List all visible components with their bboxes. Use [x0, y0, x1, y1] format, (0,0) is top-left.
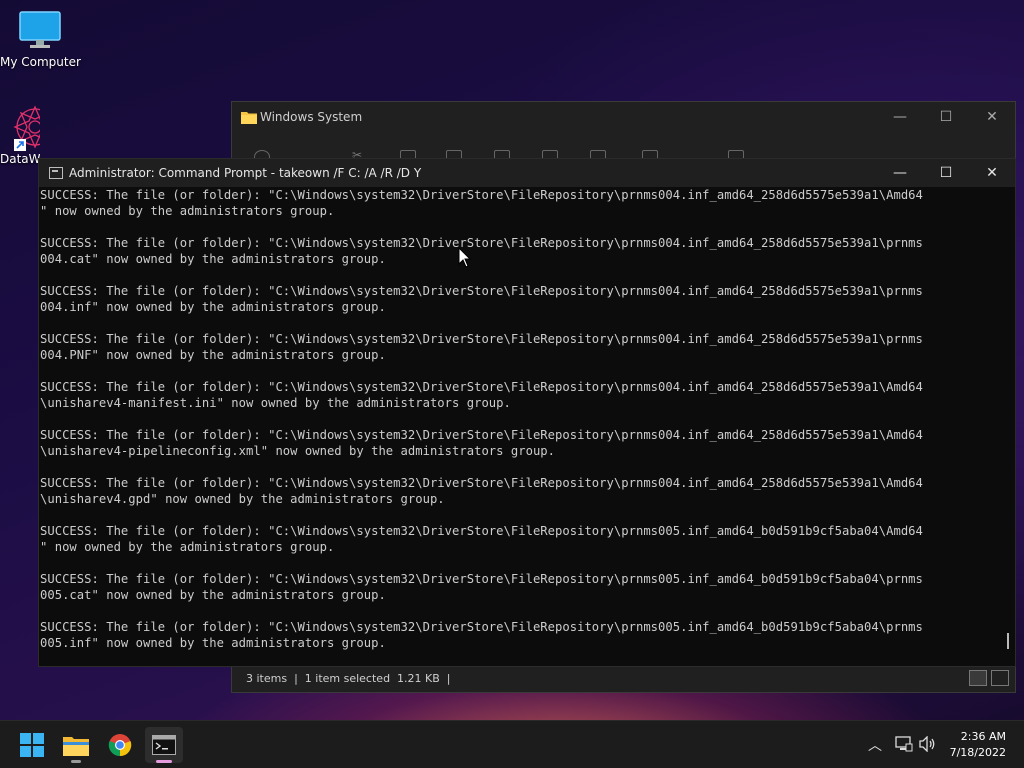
console-line: SUCCESS: The file (or folder): "C:\Windo… — [40, 476, 923, 490]
clock-time: 2:36 AM — [960, 730, 1006, 743]
console-output[interactable]: SUCCESS: The file (or folder): "C:\Windo… — [40, 187, 1000, 665]
explorer-minimize-button[interactable]: — — [877, 102, 923, 132]
console-line: SUCCESS: The file (or folder): "C:\Windo… — [40, 524, 923, 538]
tiles-view-icon[interactable] — [991, 670, 1009, 686]
volume-icon[interactable] — [919, 736, 937, 752]
explorer-maximize-button[interactable]: ☐ — [923, 102, 969, 132]
taskbar-file-explorer[interactable] — [57, 727, 95, 763]
chrome-icon — [108, 734, 132, 757]
console-line: SUCCESS: The file (or folder): "C:\Windo… — [40, 572, 923, 586]
cmd-minimize-button[interactable]: — — [877, 159, 923, 187]
cmd-titlebar[interactable]: Administrator: Command Prompt - takeown … — [39, 159, 1015, 187]
explorer-titlebar[interactable]: Windows System — ☐ ✕ — [232, 102, 1015, 132]
start-button[interactable] — [13, 727, 51, 763]
console-scrollbar[interactable] — [1003, 187, 1011, 665]
explorer-status-bar: 3 items | 1 item selected 1.21 KB | — [232, 666, 1015, 692]
active-indicator — [156, 760, 172, 763]
running-indicator — [71, 760, 81, 763]
console-line: \unisharev4-manifest.ini" now owned by t… — [40, 396, 511, 410]
console-line: 004.inf" now owned by the administrators… — [40, 300, 386, 314]
cmd-close-button[interactable]: ✕ — [969, 159, 1015, 187]
cmd-maximize-button[interactable]: ☐ — [923, 159, 969, 187]
network-icon[interactable] — [895, 736, 913, 752]
desktop-icon-my-computer[interactable]: My Computer — [0, 10, 81, 69]
monitor-icon — [19, 11, 61, 48]
console-line: SUCCESS: The file (or folder): "C:\Windo… — [40, 620, 923, 634]
taskbar: ︿ 2:36 AM 7/18/2022 — [0, 720, 1024, 768]
details-view-icon[interactable] — [969, 670, 987, 686]
chevron-up-icon[interactable]: ︿ — [868, 735, 882, 755]
console-line: SUCCESS: The file (or folder): "C:\Windo… — [40, 380, 923, 394]
file-explorer-icon — [63, 737, 89, 756]
console-line: SUCCESS: The file (or folder): "C:\Windo… — [40, 284, 923, 298]
console-line: SUCCESS: The file (or folder): "C:\Windo… — [40, 188, 923, 202]
command-prompt-window[interactable]: Administrator: Command Prompt - takeown … — [38, 158, 1016, 667]
mandala-icon — [13, 105, 40, 151]
command-prompt-icon — [152, 735, 176, 755]
desktop-icon-label: My Computer — [0, 55, 81, 69]
explorer-title: Windows System — [260, 110, 363, 124]
console-line: SUCCESS: The file (or folder): "C:\Windo… — [40, 332, 923, 346]
console-line: SUCCESS: The file (or folder): "C:\Windo… — [40, 428, 923, 442]
clock-date: 7/18/2022 — [949, 746, 1006, 759]
desktop-icon-label: DataW — [0, 152, 40, 166]
system-clock[interactable]: 2:36 AM 7/18/2022 — [950, 729, 1006, 761]
console-line: SUCCESS: The file (or folder): "C:\Windo… — [40, 236, 923, 250]
explorer-close-button[interactable]: ✕ — [969, 102, 1015, 132]
cmd-title: Administrator: Command Prompt - takeown … — [69, 166, 422, 180]
console-line: 005.cat" now owned by the administrators… — [40, 588, 386, 602]
scrollbar-thumb[interactable] — [1007, 633, 1009, 649]
taskbar-command-prompt[interactable] — [145, 727, 183, 763]
mouse-pointer-icon — [458, 247, 472, 268]
command-prompt-icon — [49, 167, 63, 179]
console-line: " now owned by the administrators group. — [40, 540, 335, 554]
console-line: \unisharev4-pipelineconfig.xml" now owne… — [40, 444, 556, 458]
console-line: 004.PNF" now owned by the administrators… — [40, 348, 386, 362]
folder-icon — [241, 112, 257, 124]
console-line: " now owned by the administrators group. — [40, 204, 335, 218]
console-line: 005.inf" now owned by the administrators… — [40, 636, 386, 650]
status-text: 3 items | 1 item selected 1.21 KB | — [246, 672, 451, 685]
windows-start-icon — [20, 733, 44, 757]
desktop-icon-dataw[interactable]: DataW — [0, 105, 40, 166]
console-line: \unisharev4.gpd" now owned by the admini… — [40, 492, 445, 506]
console-line: 004.cat" now owned by the administrators… — [40, 252, 386, 266]
taskbar-chrome[interactable] — [101, 727, 139, 763]
